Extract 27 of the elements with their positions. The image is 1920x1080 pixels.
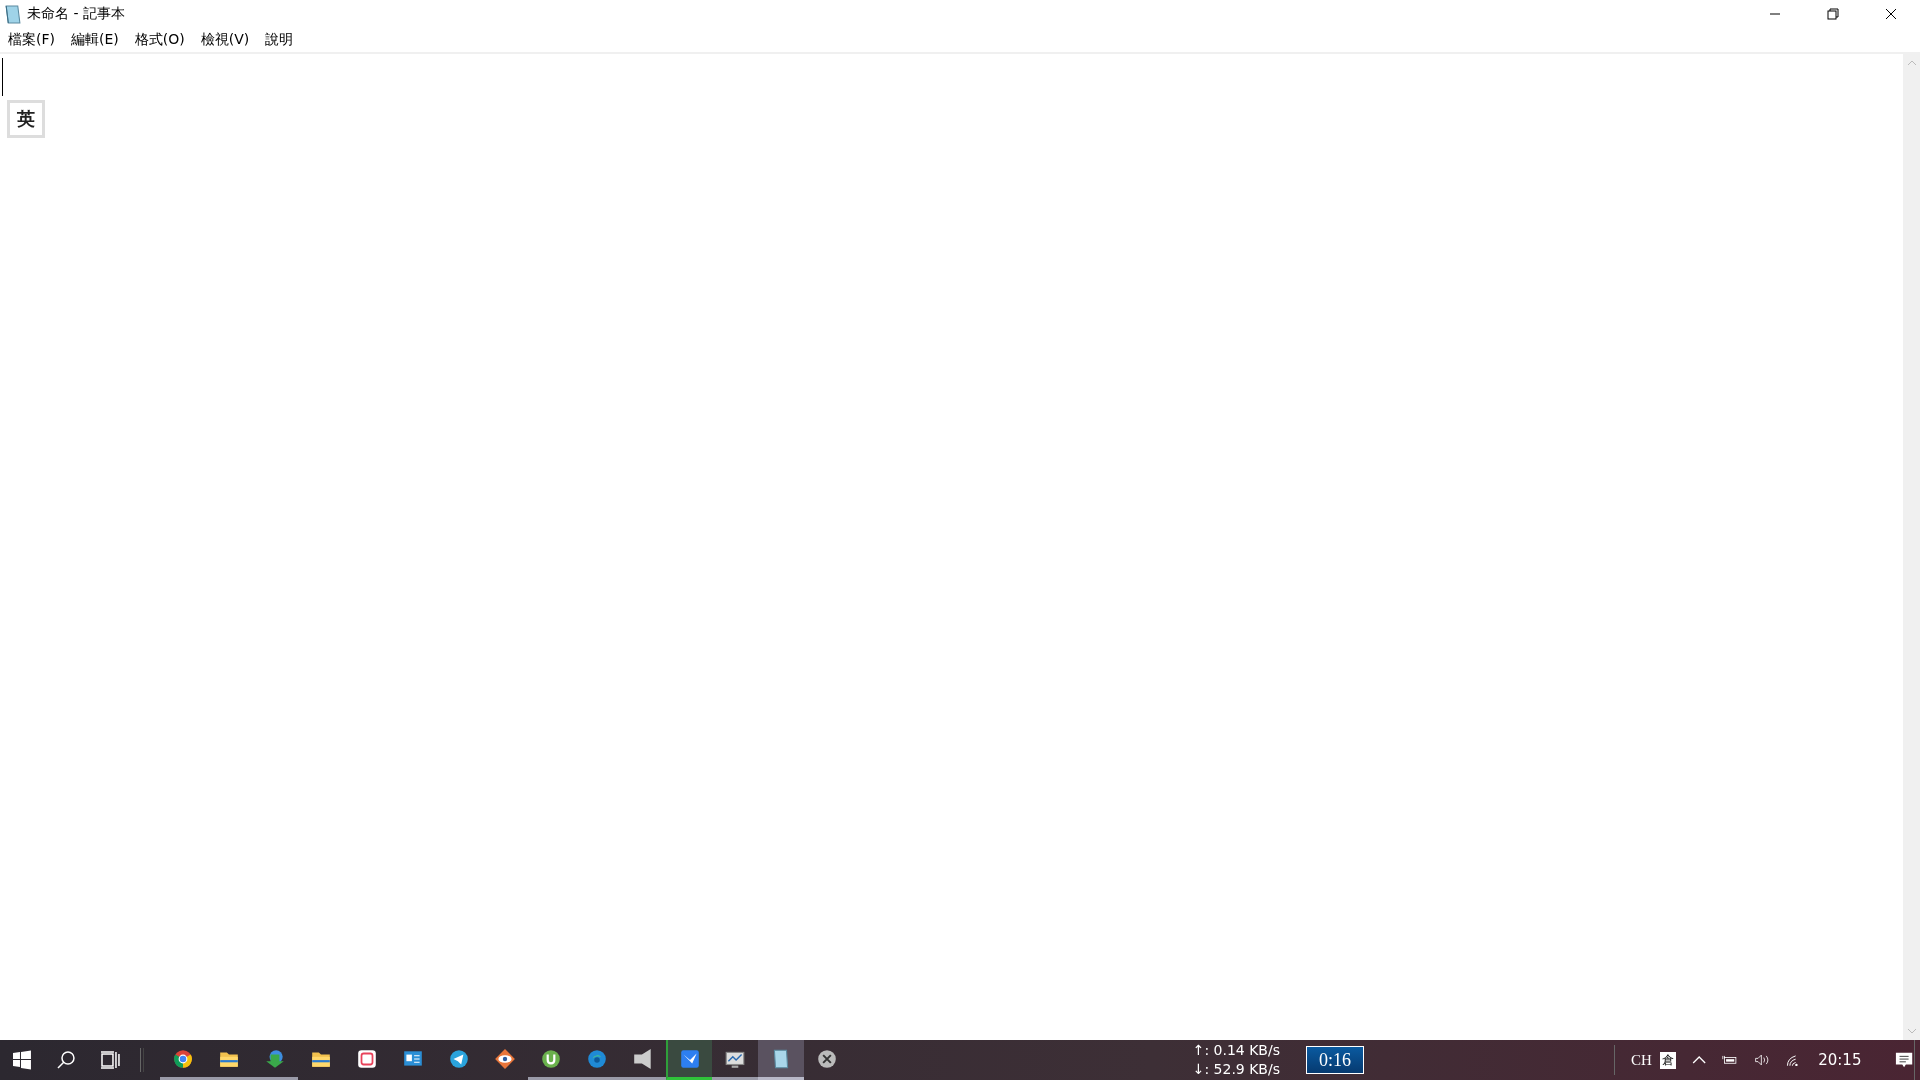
globe-icon — [585, 1047, 608, 1070]
ime-indicator: 英 — [7, 100, 45, 138]
volume-icon[interactable] — [1753, 1052, 1770, 1068]
square-app-icon — [355, 1047, 378, 1070]
restore-icon — [1827, 8, 1839, 20]
download-speed: ↓: 52.9 KB/s — [1192, 1060, 1280, 1079]
upload-speed: ↑: 0.14 KB/s — [1192, 1041, 1280, 1060]
timer-display[interactable]: 0:16 — [1306, 1046, 1365, 1074]
close-circle-icon — [815, 1047, 838, 1070]
text-cursor — [2, 58, 3, 96]
eye-icon — [493, 1047, 516, 1070]
clock[interactable]: 20:15 — [1818, 1051, 1862, 1069]
paper-plane-icon — [447, 1047, 470, 1070]
menu-item[interactable]: 說明 — [259, 29, 300, 51]
menu-item[interactable]: 格式(O) — [128, 29, 191, 51]
text-area[interactable]: 英 — [0, 54, 1903, 1040]
round-app-icon — [171, 1047, 194, 1070]
window-title: 未命名 - 記事本 — [27, 5, 125, 23]
menu-item[interactable]: 檔案(F) — [2, 29, 61, 51]
notepad-icon — [4, 4, 21, 24]
speaker-icon — [631, 1047, 654, 1070]
close-icon — [1885, 8, 1897, 20]
language-indicator[interactable]: CH — [1631, 1051, 1652, 1069]
notification-icon[interactable] — [1895, 1050, 1914, 1070]
menu-item[interactable]: 編輯(E) — [65, 29, 125, 51]
menu-item[interactable]: 檢視(V) — [194, 29, 256, 51]
ime-mode-indicator[interactable]: 倉 — [1659, 1051, 1676, 1069]
